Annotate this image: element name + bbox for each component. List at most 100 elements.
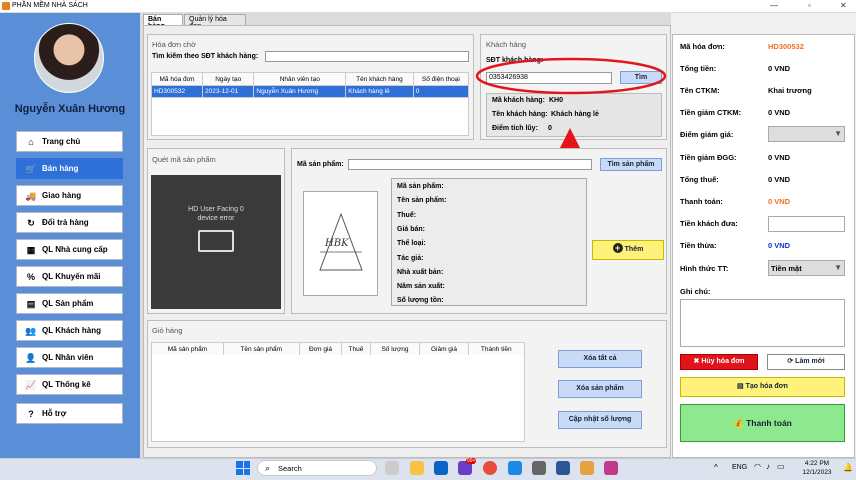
app-icon-3[interactable]: [580, 461, 594, 475]
new-invoice-label: Tạo hóa đơn: [745, 383, 788, 390]
cart-col-header[interactable]: Thành tiền: [467, 342, 525, 356]
tab-ban-hang[interactable]: Bán hàng: [143, 14, 183, 30]
note-textarea[interactable]: [680, 299, 845, 347]
pending-col-header[interactable]: Nhân viên tạo: [253, 72, 347, 86]
pending-search-input[interactable]: [265, 51, 469, 62]
pending-col-header[interactable]: Số điện thoại: [412, 72, 470, 86]
product-field-label: Thể loại:: [397, 240, 426, 248]
employee-icon: 👤: [25, 352, 37, 363]
table-row[interactable]: HD300532 2023-12-01 Nguyễn Xuân Hương Khách…: [150, 85, 470, 98]
taskbar-search[interactable]: ⌕ Search: [257, 460, 377, 476]
camera-line1: HD User Facing 0: [188, 206, 244, 213]
app-icon-4[interactable]: [604, 461, 618, 475]
taskbar: [0, 458, 856, 480]
payment-method-select[interactable]: Tiền mặt ▼: [768, 260, 845, 276]
nav-item-2[interactable]: 🚚 Giao hàng: [16, 185, 123, 206]
money-icon: 💰: [733, 418, 744, 428]
word-icon[interactable]: [556, 461, 570, 475]
mail-icon[interactable]: [434, 461, 448, 475]
pending-col-header[interactable]: Ngày tạo: [202, 72, 255, 86]
tab-quan-ly-hoa-don[interactable]: Quản lý hóa đơn: [184, 14, 246, 30]
payment-label: Thanh toán:: [680, 197, 723, 206]
vscode-icon[interactable]: [508, 461, 522, 475]
checkout-button[interactable]: 💰 Thanh toán: [680, 404, 845, 442]
maximize-icon[interactable]: ▫: [808, 1, 811, 10]
product-logo-text: HBK: [325, 238, 349, 249]
find-product-button[interactable]: Tìm sản phẩm: [600, 158, 662, 171]
product-icon: ▤: [26, 298, 36, 309]
chrome-icon[interactable]: [483, 461, 497, 475]
nav-item-label: Giao hàng: [42, 191, 82, 200]
settings-icon[interactable]: [532, 461, 546, 475]
battery-icon[interactable]: ▭: [777, 462, 785, 471]
nav-item-1[interactable]: 🛒 Bán hàng: [16, 158, 123, 179]
cart-col-header[interactable]: Đơn giá: [298, 342, 343, 356]
title-bar: PHẦN MỀM NHÀ SÁCH — ▫ ✕: [0, 0, 856, 13]
chevron-up-icon[interactable]: ^: [714, 463, 718, 472]
file-explorer-icon[interactable]: [410, 461, 424, 475]
nav-item-10[interactable]: ? Hỗ trợ: [16, 403, 123, 424]
pending-col-header[interactable]: Mã hóa đơn: [150, 72, 204, 86]
minimize-icon[interactable]: —: [770, 1, 778, 10]
nav-item-label: QL Khách hàng: [42, 326, 101, 335]
camera-error-icon: [198, 230, 234, 252]
cash-given-label: Tiền khách đưa:: [680, 219, 738, 228]
sale-icon: %: [26, 271, 35, 282]
truck-icon: 🚚: [25, 190, 37, 201]
cancel-invoice-button[interactable]: ✖ Hủy hóa đơn: [680, 354, 758, 370]
nav-item-label: Trang chủ: [42, 137, 81, 146]
cart-col-header[interactable]: Mã sản phẩm: [151, 342, 224, 356]
notification-bell-icon[interactable]: 🔔: [843, 463, 853, 472]
tax-value: 0 VND: [768, 175, 791, 184]
points-discount-select[interactable]: ▼: [768, 126, 845, 142]
search-icon: ⌕: [265, 463, 271, 473]
clear-all-button[interactable]: Xóa tất cả: [558, 350, 642, 368]
cart-col-header[interactable]: Số lượng: [369, 342, 421, 356]
pending-col-header[interactable]: Tên khách hàng: [345, 72, 414, 86]
nav-item-8[interactable]: 👤 QL Nhân viên: [16, 347, 123, 368]
nav-item-6[interactable]: ▤ QL Sản phẩm: [16, 293, 123, 314]
nav-item-9[interactable]: 📈 QL Thống kê: [16, 374, 123, 395]
chevron-down-icon: ▼: [834, 263, 842, 272]
nav-item-7[interactable]: 👥 QL Khách hàng: [16, 320, 123, 341]
pending-table-empty: [151, 98, 469, 136]
cash-given-input[interactable]: [768, 216, 845, 232]
user-name: Nguyễn Xuân Hương: [14, 103, 126, 115]
cart-col-header[interactable]: Tên sản phẩm: [222, 342, 300, 356]
nav-item-label: QL Sản phẩm: [42, 299, 94, 308]
change-label: Tiền thừa:: [680, 241, 717, 250]
close-icon[interactable]: ✕: [840, 1, 847, 10]
remove-product-button[interactable]: Xóa sản phẩm: [558, 380, 642, 398]
return-icon: ↻: [27, 217, 35, 228]
scan-title: Quét mã sản phẩm: [152, 155, 216, 164]
checkout-label: Thanh toán: [746, 418, 792, 428]
nav-item-4[interactable]: ▦ QL Nhà cung cấp: [16, 239, 123, 260]
notification-badge: 99+: [466, 458, 477, 464]
wifi-icon[interactable]: ◠: [754, 462, 761, 471]
windows-start-icon[interactable]: [236, 461, 250, 475]
nav-item-label: QL Nhà cung cấp: [42, 245, 108, 254]
product-field-label: Nhà xuất bản:: [397, 268, 444, 276]
refresh-button[interactable]: ⟳ Làm mới: [767, 354, 845, 370]
nav-item-3[interactable]: ↻ Đổi trả hàng: [16, 212, 123, 233]
points-discount-label: Điểm giảm giá:: [680, 130, 734, 139]
update-quantity-button[interactable]: Cập nhật số lượng: [558, 411, 642, 429]
clock-time[interactable]: 4:22 PM: [797, 460, 837, 467]
nav-item-label: Đổi trả hàng: [42, 218, 89, 227]
task-view-icon[interactable]: [385, 461, 399, 475]
volume-icon[interactable]: ♪: [766, 462, 770, 471]
cart-col-header[interactable]: Thuế: [341, 342, 371, 356]
cart-col-header[interactable]: Giảm giá: [419, 342, 469, 356]
add-product-button[interactable]: + Thêm: [592, 240, 664, 260]
new-invoice-button[interactable]: ▤ Tạo hóa đơn: [680, 377, 845, 397]
language-indicator[interactable]: ENG: [732, 464, 747, 471]
clock-date[interactable]: 12/1/2023: [797, 469, 837, 476]
promo-discount-value: 0 VND: [768, 108, 791, 117]
cart-icon: 🛒: [25, 163, 37, 174]
nav-item-0[interactable]: ⌂ Trang chủ: [16, 131, 123, 152]
camera-line2: device error: [197, 215, 235, 222]
promo-label: Tên CTKM:: [680, 86, 720, 95]
nav-item-5[interactable]: % QL Khuyến mãi: [16, 266, 123, 287]
nav-item-label: Bán hàng: [42, 164, 79, 173]
product-code-input[interactable]: [348, 159, 592, 170]
